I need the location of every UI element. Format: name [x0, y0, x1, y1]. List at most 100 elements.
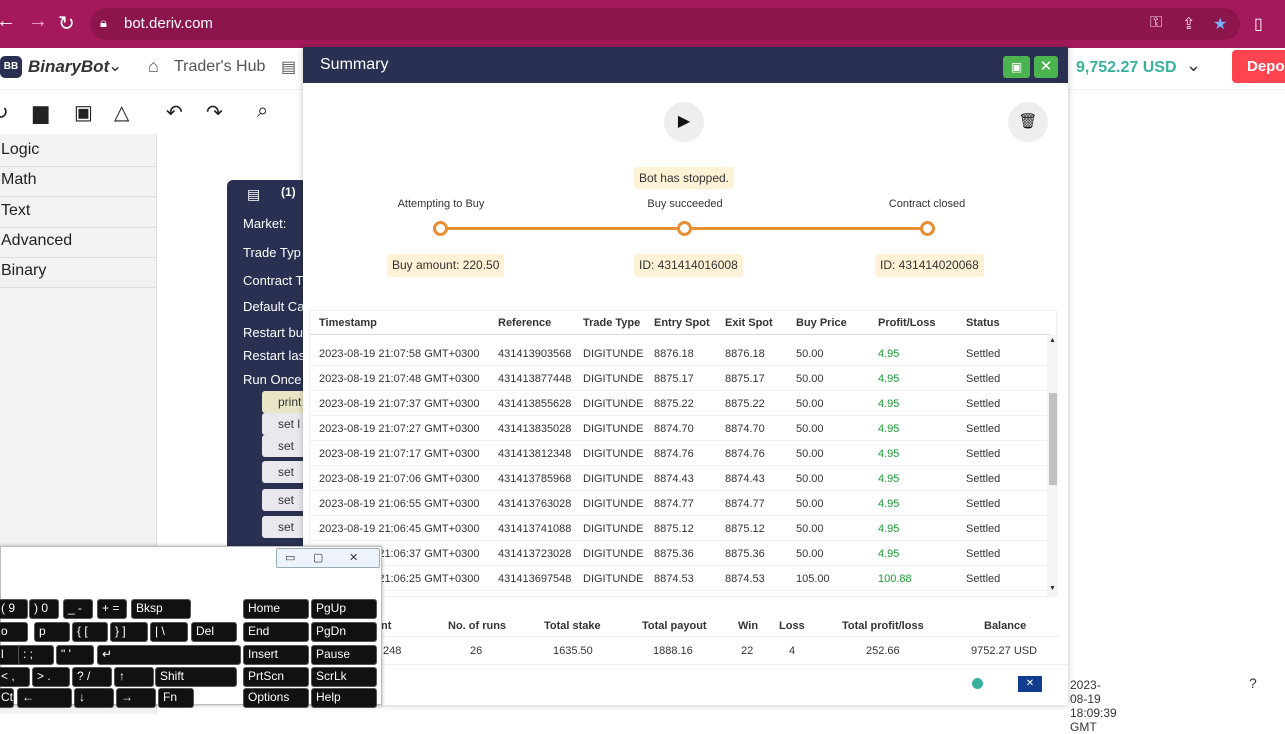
keyboard-key[interactable]: ? /: [72, 667, 112, 687]
zoom-in-icon[interactable]: ⌕: [257, 100, 268, 123]
play-icon[interactable]: ▶: [664, 102, 704, 142]
save-summary-button[interactable]: ▣: [1003, 56, 1030, 78]
cell-buy: 50.00: [796, 398, 824, 410]
cell-trade-type: DIGITUNDE: [583, 348, 644, 360]
keyboard-key[interactable]: →: [116, 688, 156, 708]
sidebar-item-advanced[interactable]: Advanced: [0, 228, 157, 258]
cell-reference: 431413763028: [498, 498, 572, 510]
account-balance[interactable]: 9,752.27 USD: [1076, 59, 1177, 77]
sidebar-item-binary[interactable]: Binary: [0, 258, 157, 288]
table-row[interactable]: 2023-08-19 21:06:45 GMT+0300 431413741088…: [310, 516, 1050, 541]
keyboard-key[interactable]: " ': [56, 645, 94, 665]
url-text[interactable]: bot.deriv.com: [124, 15, 213, 32]
cell-exit: 8874.77: [725, 498, 765, 510]
step-info: Buy amount: 220.50: [387, 254, 505, 277]
language-flag-icon[interactable]: ✕: [1018, 676, 1042, 692]
chevron-down-icon[interactable]: ⌄: [108, 56, 122, 76]
share-icon[interactable]: ⇪: [1182, 14, 1195, 34]
reload-icon[interactable]: ↻: [58, 11, 75, 36]
keyboard-key[interactable]: Del: [191, 622, 237, 642]
step-label: Buy succeeded: [647, 198, 723, 210]
cell-timestamp: 2023-08-19 21:06:45 GMT+0300: [319, 523, 480, 535]
scrollbar-thumb[interactable]: [1049, 393, 1057, 485]
keyboard-key[interactable]: ScrLk: [311, 667, 377, 687]
report-icon[interactable]: ▤: [281, 57, 296, 77]
table-row[interactable]: 2023-08-19 21:07:37 GMT+0300 431413855628…: [310, 391, 1050, 416]
save-icon[interactable]: ▣: [74, 100, 93, 125]
keyboard-key[interactable]: ←: [17, 688, 72, 708]
keyboard-key[interactable]: o: [0, 622, 28, 642]
table-row[interactable]: 2023-08-19 21:07:27 GMT+0300 431413835028…: [310, 416, 1050, 441]
forward-icon[interactable]: →: [28, 10, 48, 33]
sidebar-item-text[interactable]: Text: [0, 198, 157, 228]
cell-buy: 50.00: [796, 373, 824, 385]
table-row[interactable]: 2023-08-19 21:06:37 GMT+0300 431413723028…: [310, 541, 1050, 566]
stat-value: 248: [383, 645, 402, 657]
keyboard-key[interactable]: Home: [243, 599, 309, 619]
keyboard-key[interactable]: { [: [72, 622, 108, 642]
traders-hub-link[interactable]: Trader's Hub: [174, 58, 265, 76]
clear-stats-icon[interactable]: 🗑︎: [1008, 102, 1048, 142]
chevron-down-icon[interactable]: ⌄: [1186, 55, 1201, 76]
keyboard-key[interactable]: + =: [97, 599, 127, 619]
help-icon[interactable]: ?: [1249, 675, 1257, 691]
keyboard-key[interactable]: Options: [243, 688, 309, 708]
undo-icon[interactable]: ↶: [166, 100, 183, 125]
keyboard-key[interactable]: < ,: [0, 667, 30, 687]
star-icon[interactable]: ★: [1213, 14, 1227, 34]
table-row[interactable]: 2023-08-19 21:07:17 GMT+0300 431413812348…: [310, 441, 1050, 466]
keyboard-key[interactable]: Ctrl: [0, 688, 14, 708]
keyboard-key[interactable]: PgDn: [311, 622, 377, 642]
keyboard-key[interactable]: Insert: [243, 645, 309, 665]
table-row[interactable]: 2023-08-19 21:07:06 GMT+0300 431413785968…: [310, 466, 1050, 491]
keyboard-key[interactable]: Bksp: [131, 599, 191, 619]
drive-icon[interactable]: △: [114, 100, 129, 125]
keyboard-key[interactable]: > .: [32, 667, 70, 687]
keyboard-key[interactable]: Pause: [311, 645, 377, 665]
table-row[interactable]: 2023-08-19 21:06:55 GMT+0300 431413763028…: [310, 491, 1050, 516]
trade-parameters-block[interactable]: ▤ (1) Market: Trade Typ Contract T Defau…: [227, 180, 312, 560]
cell-pl: 4.95: [878, 523, 900, 535]
key-icon[interactable]: ⚿: [1150, 14, 1162, 32]
keyboard-key[interactable]: ↑: [114, 667, 154, 687]
cell-status: Settled: [966, 423, 1001, 435]
sidebar-item-math[interactable]: Math: [0, 167, 157, 197]
cell-trade-type: DIGITUNDE: [583, 523, 644, 535]
maximize-icon[interactable]: ▢: [313, 551, 323, 564]
keyboard-key[interactable]: End: [243, 622, 309, 642]
close-icon[interactable]: ✕: [349, 551, 358, 564]
keyboard-key[interactable]: ( 9: [0, 599, 28, 619]
table-row[interactable]: 2023-08-19 21:06:25 GMT+0300 431413697548…: [310, 566, 1050, 591]
back-icon[interactable]: ←: [0, 10, 16, 33]
scroll-up-icon[interactable]: ▲: [1049, 337, 1056, 344]
table-row[interactable]: 2023-08-19 21:07:58 GMT+0300 431413903568…: [310, 341, 1050, 366]
deposit-button[interactable]: Depos: [1232, 50, 1285, 83]
sidebar-item-logic[interactable]: Logic: [0, 137, 157, 167]
reload-workspace-icon[interactable]: ↻: [0, 100, 9, 125]
keyboard-key[interactable]: PgUp: [311, 599, 377, 619]
scroll-down-icon[interactable]: ▼: [1049, 585, 1056, 592]
keyboard-key[interactable]: Help: [311, 688, 377, 708]
keyboard-key[interactable]: Shift: [155, 667, 237, 687]
keyboard-key[interactable]: } ]: [110, 622, 148, 642]
folder-icon[interactable]: ▆: [33, 100, 48, 125]
keyboard-key[interactable]: ↓: [74, 688, 114, 708]
close-icon[interactable]: ✕: [1034, 56, 1058, 78]
keyboard-key[interactable]: ↵: [97, 645, 241, 665]
connection-status-icon: [972, 678, 983, 689]
address-bar[interactable]: [90, 8, 1240, 40]
app-logo-text[interactable]: BinaryBot: [28, 57, 109, 77]
redo-icon[interactable]: ↷: [206, 100, 223, 125]
keyboard-key[interactable]: p: [34, 622, 70, 642]
keyboard-key[interactable]: : ;: [18, 645, 54, 665]
sidepanel-icon[interactable]: ▯: [1254, 14, 1263, 34]
table-scrollbar[interactable]: ▲ ▼: [1047, 335, 1058, 597]
table-row[interactable]: 2023-08-19 21:07:48 GMT+0300 431413877448…: [310, 366, 1050, 391]
keyboard-key[interactable]: Fn: [158, 688, 194, 708]
keyboard-key[interactable]: | \: [150, 622, 188, 642]
keyboard-key[interactable]: PrtScn: [243, 667, 309, 687]
keyboard-key[interactable]: _ -: [63, 599, 93, 619]
keyboard-key[interactable]: ) 0: [29, 599, 59, 619]
minimize-icon[interactable]: ▭: [285, 551, 295, 564]
block-row-label: Trade Typ: [243, 245, 301, 260]
